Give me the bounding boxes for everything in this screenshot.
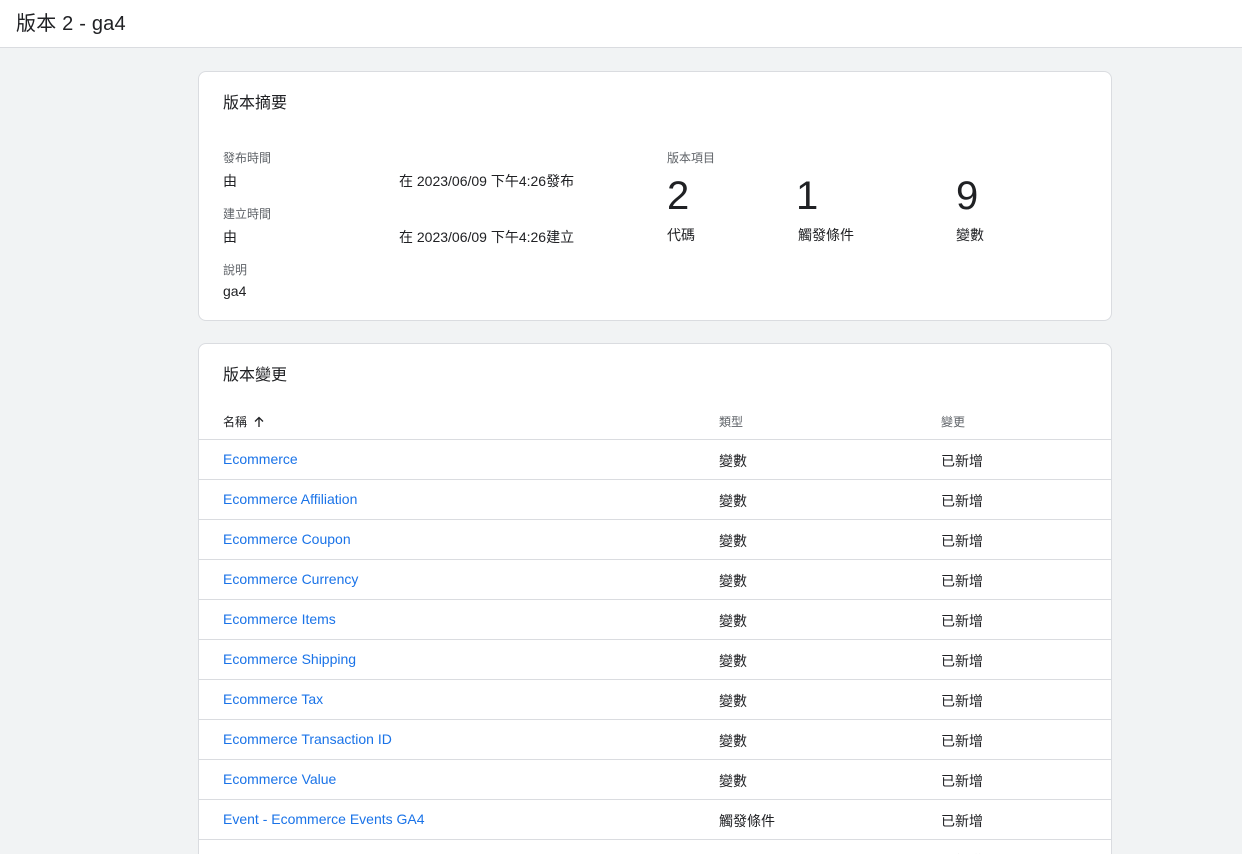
changes-title: 版本變更 <box>223 367 288 384</box>
row-type: 變數 <box>719 773 747 789</box>
page-title: 版本 2 - ga4 <box>16 13 126 35</box>
published-value: 在 2023/06/09 下午4:26發布 <box>399 173 575 189</box>
row-type: 變數 <box>719 573 747 589</box>
table-row[interactable]: GA4 - Event - Ecommerce events代碼已新增 <box>199 840 1111 854</box>
row-name-link[interactable]: Ecommerce Shipping <box>223 651 356 667</box>
table-row[interactable]: Ecommerce Items 變數 已新增 <box>199 600 1111 640</box>
created-by: 由 <box>223 229 237 245</box>
table-row[interactable]: Ecommerce Tax 變數 已新增 <box>199 680 1111 720</box>
row-change: 已新增 <box>941 813 983 829</box>
arrow-up-icon <box>254 416 264 427</box>
row-type: 觸發條件 <box>719 813 775 829</box>
published-label: 發布時間 <box>223 151 272 165</box>
version-summary-card: 版本摘要 發布時間 由 在 2023/06/09 下午4:26發布 建立時間 由… <box>198 71 1112 321</box>
changes-table-header: 名稱 類型 變更 <box>199 404 1111 440</box>
summary-title: 版本摘要 <box>223 95 288 112</box>
row-type: 變數 <box>719 613 747 629</box>
tags-count-label: 代碼 <box>667 227 695 243</box>
row-change: 已新增 <box>941 613 983 629</box>
row-name-link[interactable]: Ecommerce Value <box>223 771 336 787</box>
table-row[interactable]: Ecommerce Shipping 變數 已新增 <box>199 640 1111 680</box>
row-name-link[interactable]: Ecommerce <box>223 451 298 467</box>
row-name-link[interactable]: Ecommerce Items <box>223 611 336 627</box>
column-header-name[interactable]: 名稱 <box>223 413 265 430</box>
row-type: 變數 <box>719 533 747 549</box>
table-row[interactable]: Ecommerce Transaction ID 變數 已新增 <box>199 720 1111 760</box>
row-type: 變數 <box>719 453 747 469</box>
table-row[interactable]: Ecommerce Coupon 變數 已新增 <box>199 520 1111 560</box>
table-row[interactable]: Event - Ecommerce Events GA4 觸發條件 已新增 <box>199 800 1111 840</box>
row-name-link[interactable]: Ecommerce Tax <box>223 691 323 707</box>
column-header-type[interactable]: 類型 <box>719 413 743 430</box>
table-row[interactable]: Ecommerce Currency 變數 已新增 <box>199 560 1111 600</box>
version-items-label: 版本項目 <box>667 151 716 165</box>
created-label: 建立時間 <box>223 207 272 221</box>
row-type: 變數 <box>719 733 747 749</box>
variables-count: 9 <box>956 174 979 218</box>
row-change: 已新增 <box>941 733 983 749</box>
variables-count-label: 變數 <box>956 227 984 243</box>
row-change: 已新增 <box>941 533 983 549</box>
row-name-link[interactable]: Ecommerce Affiliation <box>223 491 357 507</box>
triggers-count: 1 <box>796 174 819 218</box>
row-type: 變數 <box>719 693 747 709</box>
row-change: 已新增 <box>941 493 983 509</box>
row-type: 變數 <box>719 653 747 669</box>
row-change: 已新增 <box>941 573 983 589</box>
description-label: 說明 <box>223 263 248 277</box>
row-type: 變數 <box>719 493 747 509</box>
tags-count: 2 <box>667 174 690 218</box>
row-name-link[interactable]: Event - Ecommerce Events GA4 <box>223 811 425 827</box>
row-change: 已新增 <box>941 653 983 669</box>
description-value: ga4 <box>223 283 247 299</box>
row-change: 已新增 <box>941 773 983 789</box>
changes-table-body: Ecommerce 變數 已新增 Ecommerce Affiliation 變數 已新增… <box>199 440 1111 854</box>
version-changes-card: 版本變更 名稱 類型 變更 Ecommerce 變數 已新增 Ecommerce Af… <box>198 343 1112 854</box>
row-name-link[interactable]: Ecommerce Transaction ID <box>223 731 392 747</box>
row-change: 已新增 <box>941 693 983 709</box>
row-name-link[interactable]: Ecommerce Currency <box>223 571 358 587</box>
column-header-change[interactable]: 變更 <box>941 413 965 430</box>
row-change: 已新增 <box>941 453 983 469</box>
table-row[interactable]: Ecommerce Value 變數 已新增 <box>199 760 1111 800</box>
row-name-link[interactable]: Ecommerce Coupon <box>223 531 351 547</box>
top-bar: 版本 2 - ga4 <box>0 0 1242 48</box>
published-by: 由 <box>223 173 237 189</box>
created-value: 在 2023/06/09 下午4:26建立 <box>399 229 575 245</box>
triggers-count-label: 觸發條件 <box>798 227 854 243</box>
column-name-label: 名稱 <box>223 415 248 429</box>
table-row[interactable]: Ecommerce 變數 已新增 <box>199 440 1111 480</box>
table-row[interactable]: Ecommerce Affiliation 變數 已新增 <box>199 480 1111 520</box>
